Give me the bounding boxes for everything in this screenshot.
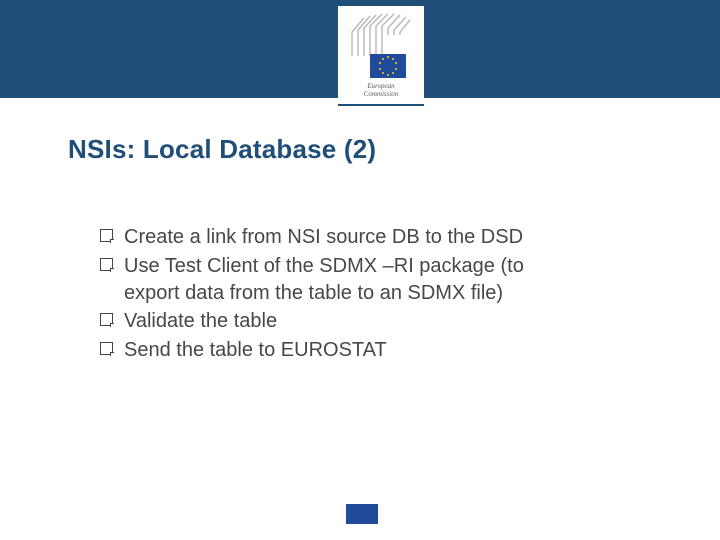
bullet-item: Create a link from NSI source DB to the … [100,224,570,251]
checkbox-bullet-icon [100,258,113,271]
ec-logo: European Commission [338,6,424,106]
eu-flag-icon [370,54,406,78]
bullet-item: Validate the table [100,308,570,335]
slide-title: NSIs: Local Database (2) [68,134,376,165]
bullet-text: Send the table to EUROSTAT [124,339,387,361]
eu-stars [378,56,398,76]
ec-logo-text: European Commission [338,82,424,98]
bullet-item: Send the table to EUROSTAT [100,337,570,364]
checkbox-bullet-icon [100,229,113,242]
ec-logo-inner: European Commission [338,6,424,104]
bullet-text: Validate the table [124,310,277,332]
building-icon [350,12,412,56]
bullet-text: Create a link from NSI source DB to the … [124,226,523,248]
bullet-item: Use Test Client of the SDMX –RI package … [100,253,570,307]
bullet-text: Use Test Client of the SDMX –RI package … [124,255,524,304]
checkbox-bullet-icon [100,342,113,355]
ec-logo-line2: Commission [364,90,399,98]
checkbox-bullet-icon [100,313,113,326]
ec-logo-line1: European [367,82,394,90]
footer-eu-flag-icon [346,504,378,524]
slide: European Commission NSIs: Local Database… [0,0,720,540]
slide-content: Create a link from NSI source DB to the … [100,224,570,366]
